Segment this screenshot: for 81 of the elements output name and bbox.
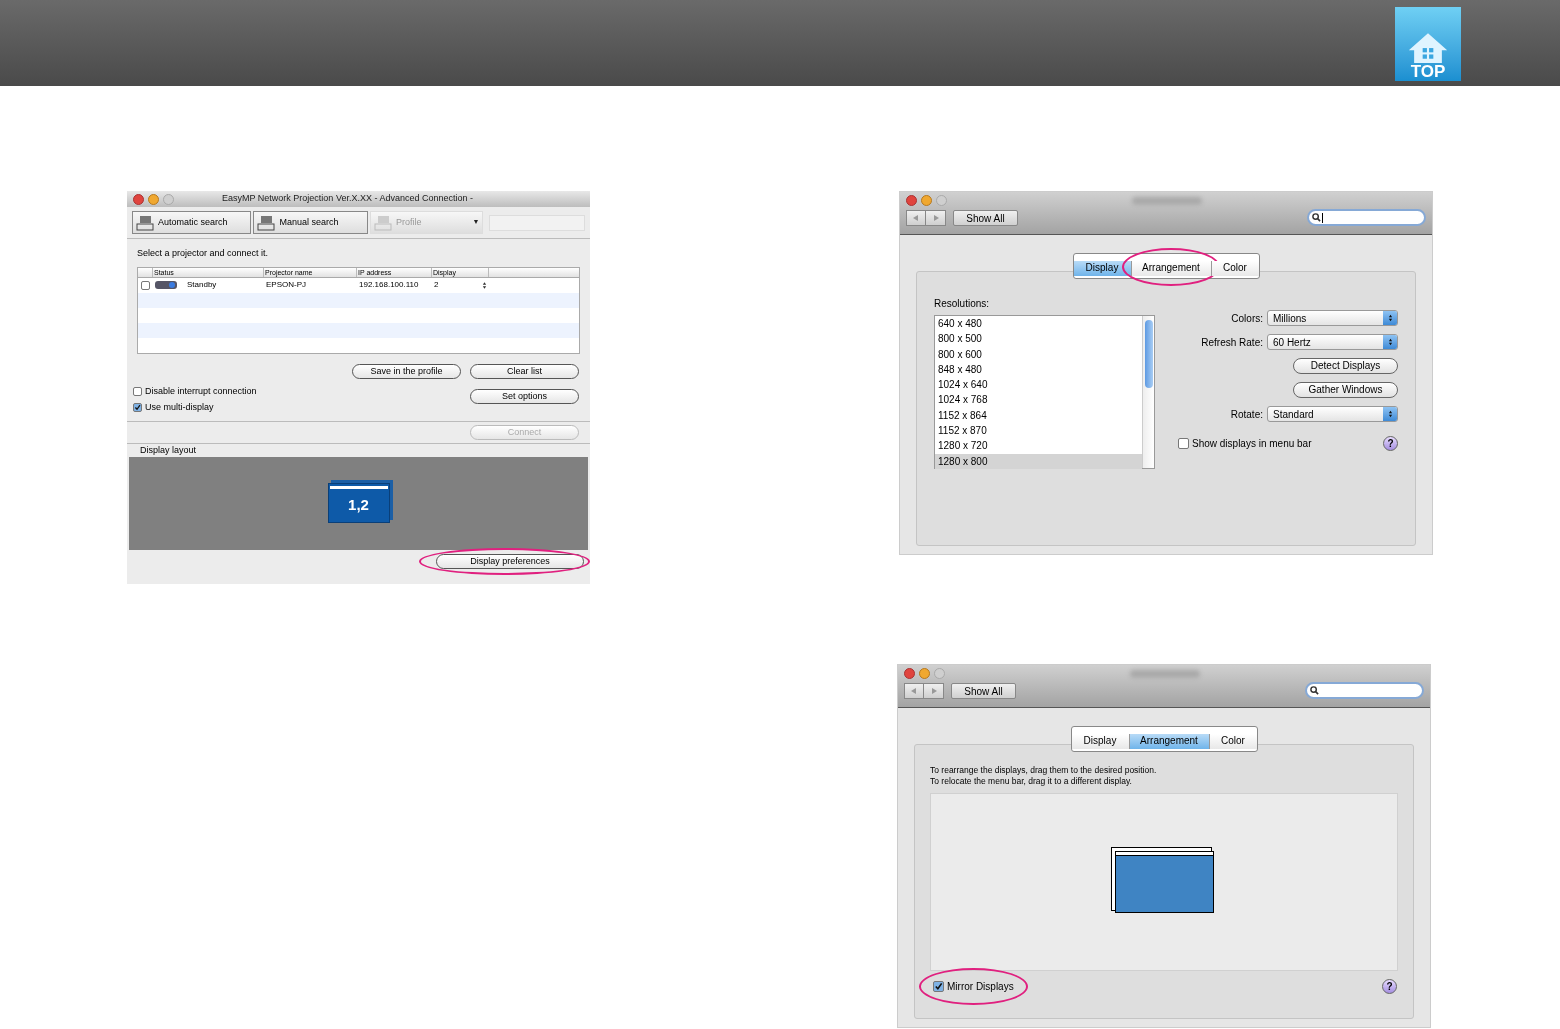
list-item[interactable]: 1152 x 864 bbox=[935, 407, 1142, 424]
toolbar-button[interactable]: Automatic search bbox=[132, 211, 252, 234]
window-title: EasyMP Network Projection Ver.X.XX - Advanced Connection - bbox=[222, 192, 473, 206]
list-item[interactable]: 1280 x 720 bbox=[935, 438, 1142, 454]
zoom-light-icon[interactable] bbox=[163, 193, 174, 205]
minimize-light-icon[interactable] bbox=[148, 193, 159, 205]
instruction-text: To relocate the menu bar, drag it to a different display. bbox=[930, 776, 1133, 787]
display-tile[interactable]: 1,2 bbox=[327, 483, 390, 523]
table-cell-text: 192.168.100.110 bbox=[358, 279, 420, 291]
list-item[interactable]: 800 x 600 bbox=[935, 346, 1142, 362]
segment-tab[interactable]: Arrangement bbox=[1130, 260, 1211, 276]
help-button[interactable]: ? bbox=[1382, 979, 1397, 994]
forward-button[interactable] bbox=[926, 209, 946, 226]
minimize-light-icon[interactable] bbox=[919, 668, 930, 679]
checkbox-label: Mirror Displays bbox=[947, 980, 1014, 994]
checkbox-label: Show displays in menu bar bbox=[1192, 437, 1312, 451]
forward-button[interactable] bbox=[924, 682, 944, 699]
popup-menu[interactable]: 60 Hertz bbox=[1267, 334, 1398, 350]
segment-tab[interactable]: Display bbox=[1073, 260, 1131, 276]
table-cell: Standby bbox=[187, 279, 217, 291]
table-cell: 2 bbox=[434, 279, 439, 291]
back-button[interactable] bbox=[906, 209, 926, 226]
checkbox[interactable] bbox=[133, 403, 142, 413]
blurred-title bbox=[1132, 197, 1202, 205]
segment-tab[interactable]: Display bbox=[1071, 733, 1129, 749]
search-field[interactable] bbox=[1307, 209, 1426, 226]
list-item[interactable]: 640 x 480 bbox=[935, 316, 1142, 332]
stepper-icon[interactable] bbox=[482, 280, 487, 290]
show-all-button[interactable]: Show All bbox=[951, 682, 1016, 699]
pill-button[interactable]: Save in the profile bbox=[352, 363, 461, 379]
field-label: Resolutions: bbox=[934, 297, 991, 311]
right-triangle-icon bbox=[930, 687, 937, 694]
pill-button[interactable]: Set options bbox=[470, 388, 579, 404]
pill-button[interactable]: Display preferences bbox=[436, 553, 584, 569]
show-all-button[interactable]: Show All bbox=[953, 209, 1018, 226]
scrollbar[interactable] bbox=[1142, 316, 1154, 468]
text-cursor bbox=[1322, 212, 1323, 223]
toolbar-button[interactable]: Manual search bbox=[253, 211, 368, 234]
list-item[interactable]: 1024 x 768 bbox=[935, 392, 1142, 408]
segment-tab[interactable]: Color bbox=[1208, 733, 1257, 749]
popup-menu[interactable]: Millions bbox=[1267, 310, 1398, 326]
pill-button[interactable]: Gather Windows bbox=[1293, 382, 1398, 398]
pill-button[interactable]: Clear list bbox=[470, 363, 579, 379]
checkbox-label: Disable interrupt connection bbox=[145, 384, 257, 398]
search-field[interactable] bbox=[1305, 682, 1424, 699]
stepper-icon bbox=[1383, 311, 1397, 325]
field-label: Rotate: bbox=[1230, 407, 1263, 422]
field-label: Refresh Rate: bbox=[1201, 335, 1263, 350]
close-light-icon[interactable] bbox=[906, 195, 917, 206]
right-triangle-icon bbox=[932, 214, 939, 221]
stepper-icon bbox=[1383, 407, 1397, 421]
checkbox[interactable] bbox=[1178, 438, 1189, 449]
checkbox[interactable] bbox=[933, 981, 944, 992]
list-item[interactable]: 1152 x 870 bbox=[935, 423, 1142, 439]
list-item[interactable]: 1024 x 640 bbox=[935, 377, 1142, 393]
back-button[interactable] bbox=[904, 682, 924, 699]
checkbox[interactable] bbox=[141, 280, 150, 290]
left-triangle-icon bbox=[913, 214, 919, 221]
popup-menu[interactable]: Standard bbox=[1267, 406, 1398, 422]
close-light-icon[interactable] bbox=[904, 668, 915, 679]
help-button[interactable]: ? bbox=[1383, 436, 1398, 451]
table-cell-text: EPSON-PJ bbox=[265, 279, 307, 291]
stepper-icon bbox=[1383, 335, 1397, 349]
instruction-text: To rearrange the displays, drag them to the desired position. bbox=[930, 765, 1158, 776]
section-label: Display layout bbox=[139, 443, 198, 457]
search-icon bbox=[1310, 686, 1319, 695]
list-item[interactable]: 848 x 480 bbox=[935, 361, 1142, 378]
list-item[interactable]: 800 x 500 bbox=[935, 331, 1142, 347]
left-triangle-icon bbox=[911, 687, 917, 694]
blurred-title bbox=[1130, 670, 1200, 678]
minimize-light-icon[interactable] bbox=[921, 195, 932, 206]
segment-tab[interactable]: Arrangement bbox=[1128, 733, 1209, 749]
prompt-text: Select a projector and connect it. bbox=[136, 247, 270, 260]
pill-button[interactable]: Detect Displays bbox=[1293, 358, 1398, 374]
search-icon bbox=[1312, 213, 1321, 222]
segment-tab[interactable]: Color bbox=[1210, 260, 1259, 276]
close-light-icon[interactable] bbox=[133, 193, 144, 205]
field-label: Colors: bbox=[1231, 311, 1263, 326]
list-item[interactable]: 1280 x 800 bbox=[935, 453, 1142, 469]
checkbox[interactable] bbox=[133, 386, 142, 396]
checkbox-label: Use multi-display bbox=[145, 401, 214, 414]
